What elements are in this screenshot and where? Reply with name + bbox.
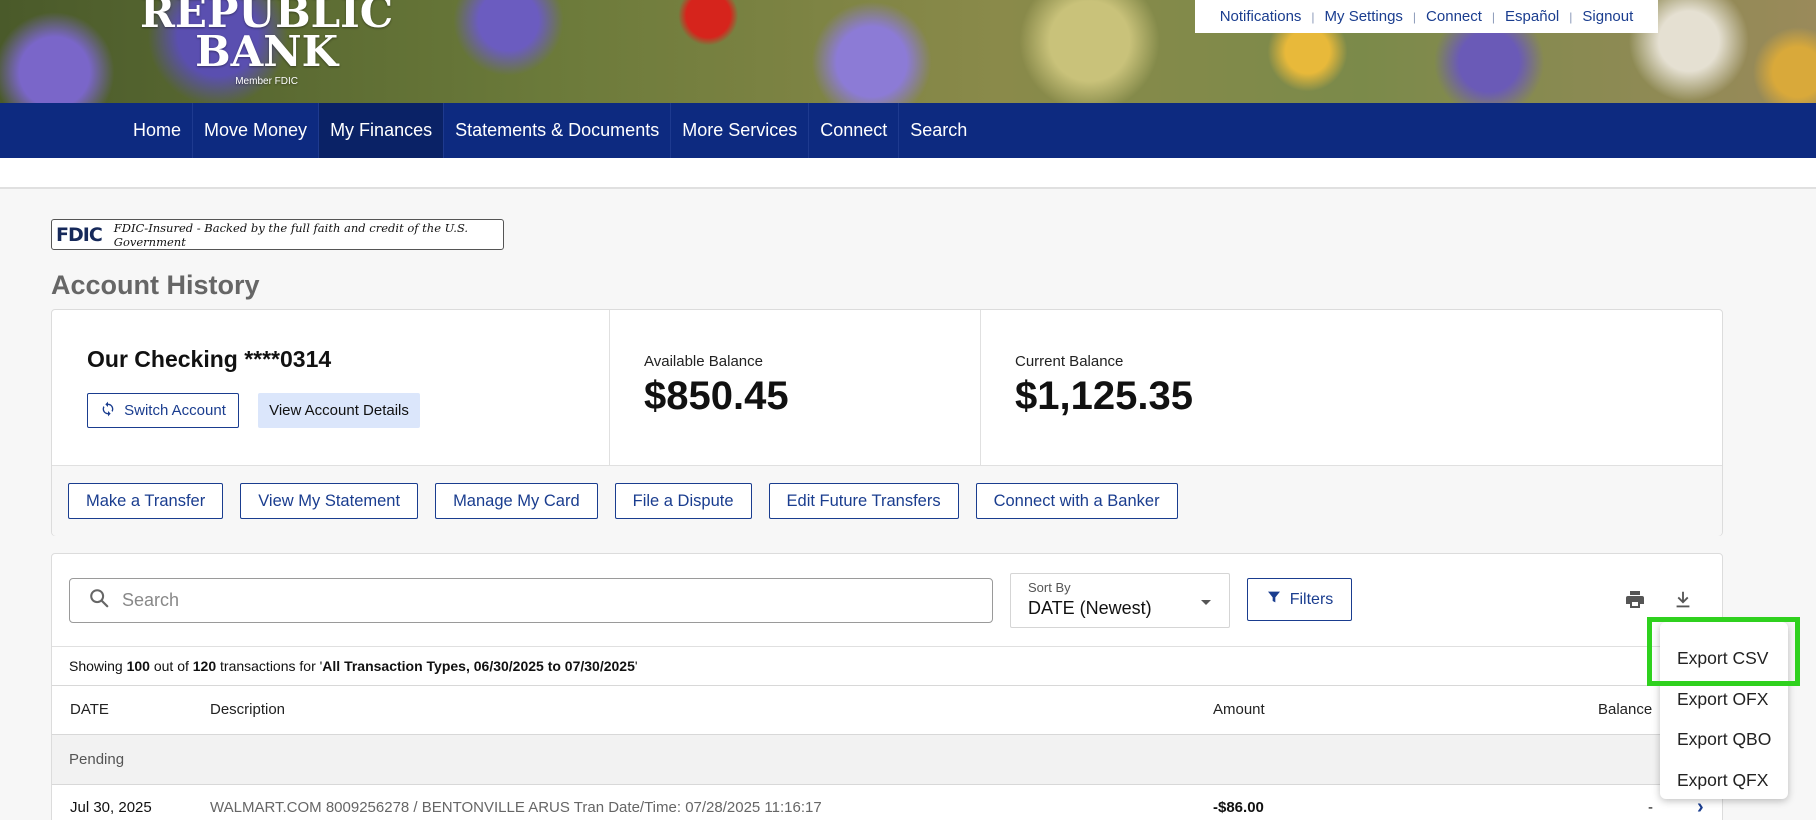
divider: | bbox=[1569, 9, 1573, 24]
export-qbo-option[interactable]: Export QBO bbox=[1677, 729, 1771, 750]
column-header-amount[interactable]: Amount bbox=[1213, 701, 1265, 718]
nav-item-search[interactable]: Search bbox=[899, 103, 978, 158]
nav-item-more-services[interactable]: More Services bbox=[671, 103, 810, 158]
top-link-espanol[interactable]: Español bbox=[1505, 8, 1559, 25]
divider bbox=[609, 310, 610, 466]
highlight-box bbox=[1647, 617, 1800, 686]
fdic-logo: FDIC bbox=[56, 223, 103, 246]
column-header-description[interactable]: Description bbox=[210, 701, 285, 718]
pending-label: Pending bbox=[69, 751, 125, 768]
download-icon[interactable] bbox=[1672, 588, 1694, 617]
available-balance-label: Available Balance bbox=[644, 353, 763, 370]
divider: | bbox=[1412, 9, 1417, 24]
column-header-balance[interactable]: Balance bbox=[1598, 701, 1652, 718]
account-summary-card: Our Checking ****0314 Switch Account Vie… bbox=[51, 309, 1723, 536]
fdic-text: FDIC-Insured - Backed by the full faith … bbox=[113, 220, 469, 249]
print-icon[interactable] bbox=[1623, 588, 1647, 617]
summary-total-count: 120 bbox=[192, 658, 217, 674]
edit-future-transfers-button[interactable]: Edit Future Transfers bbox=[768, 483, 959, 519]
nav-item-home[interactable]: Home bbox=[122, 103, 194, 158]
nav-item-statements-documents[interactable]: Statements & Documents bbox=[444, 103, 672, 158]
bank-logo[interactable]: REPUBLIC BANK Member FDIC bbox=[140, 0, 393, 88]
logo-line2: BANK bbox=[195, 26, 339, 76]
filter-icon bbox=[1266, 589, 1282, 610]
search-icon bbox=[88, 587, 110, 614]
top-links: Notifications | My Settings | Connect | … bbox=[1195, 0, 1658, 33]
logo-member-fdic: Member FDIC bbox=[235, 76, 299, 88]
pending-group-header: Pending bbox=[52, 735, 1722, 784]
top-link-my-settings[interactable]: My Settings bbox=[1325, 8, 1403, 25]
row-description: WALMART.COM 8009256278 / BENTONVILLE ARU… bbox=[210, 799, 822, 816]
account-name: Our Checking ****0314 bbox=[87, 346, 332, 372]
subnav-strip bbox=[0, 158, 1816, 189]
page-title: Account History bbox=[51, 270, 260, 300]
view-statement-button[interactable]: View My Statement bbox=[240, 483, 419, 519]
top-link-connect[interactable]: Connect bbox=[1426, 8, 1482, 25]
manage-card-button[interactable]: Manage My Card bbox=[435, 483, 598, 519]
summary-suffix: transactions for ' bbox=[216, 658, 323, 674]
header-banner: REPUBLIC BANK Member FDIC Notifications … bbox=[0, 0, 1816, 103]
top-link-signout[interactable]: Signout bbox=[1582, 8, 1633, 25]
switch-account-button[interactable]: Switch Account bbox=[87, 393, 239, 428]
summary-quote: ' bbox=[634, 658, 638, 674]
export-qfx-option[interactable]: Export QFX bbox=[1677, 770, 1768, 791]
current-balance-label: Current Balance bbox=[1015, 353, 1124, 370]
switch-account-label: Switch Account bbox=[124, 402, 226, 419]
row-balance: - bbox=[1648, 799, 1653, 816]
search-placeholder: Search bbox=[122, 590, 180, 610]
make-transfer-button[interactable]: Make a Transfer bbox=[68, 483, 224, 519]
connect-banker-button[interactable]: Connect with a Banker bbox=[975, 483, 1178, 519]
divider bbox=[52, 784, 1722, 785]
transactions-panel: Search Sort By DATE (Newest) Filters Sho… bbox=[51, 553, 1723, 820]
results-summary: Showing 100 out of 120 transactions for … bbox=[69, 658, 638, 674]
divider bbox=[52, 685, 1722, 686]
chevron-right-icon[interactable]: › bbox=[1697, 796, 1704, 819]
summary-criteria: All Transaction Types, 06/30/2025 to 07/… bbox=[322, 658, 635, 674]
row-amount: -$86.00 bbox=[1213, 799, 1264, 816]
caret-down-icon bbox=[1201, 600, 1211, 605]
file-dispute-button[interactable]: File a Dispute bbox=[614, 483, 752, 519]
view-account-details-button[interactable]: View Account Details bbox=[258, 393, 420, 428]
nav-item-connect[interactable]: Connect bbox=[809, 103, 900, 158]
current-balance-value: $1,125.35 bbox=[1015, 374, 1193, 418]
filters-label: Filters bbox=[1289, 590, 1334, 608]
search-input[interactable]: Search bbox=[69, 578, 993, 623]
available-balance-value: $850.45 bbox=[644, 374, 789, 418]
sort-by-value: DATE (Newest) bbox=[1028, 598, 1152, 618]
divider: | bbox=[1311, 9, 1315, 24]
divider bbox=[52, 646, 1722, 647]
sort-by-label: Sort By bbox=[1028, 580, 1071, 595]
filters-button[interactable]: Filters bbox=[1247, 578, 1352, 621]
nav-item-my-finances[interactable]: My Finances bbox=[319, 103, 445, 158]
sort-by-select[interactable]: Sort By DATE (Newest) bbox=[1010, 573, 1230, 628]
divider bbox=[980, 310, 981, 466]
main-nav: Home Move Money My Finances Statements &… bbox=[0, 103, 1816, 158]
account-summary-top: Our Checking ****0314 Switch Account Vie… bbox=[52, 310, 1722, 466]
fdic-notice: FDIC FDIC-Insured - Backed by the full f… bbox=[51, 219, 504, 250]
export-ofx-option[interactable]: Export OFX bbox=[1677, 689, 1768, 710]
account-actions-bar: Make a Transfer View My Statement Manage… bbox=[52, 466, 1722, 536]
nav-item-move-money[interactable]: Move Money bbox=[193, 103, 320, 158]
summary-middle: out of bbox=[149, 658, 193, 674]
refresh-icon bbox=[100, 401, 116, 421]
column-header-date[interactable]: DATE bbox=[70, 701, 109, 718]
summary-prefix: Showing bbox=[69, 658, 127, 674]
summary-shown-count: 100 bbox=[126, 658, 150, 674]
divider: | bbox=[1491, 9, 1496, 24]
row-date: Jul 30, 2025 bbox=[70, 799, 152, 816]
top-link-notifications[interactable]: Notifications bbox=[1220, 8, 1302, 25]
